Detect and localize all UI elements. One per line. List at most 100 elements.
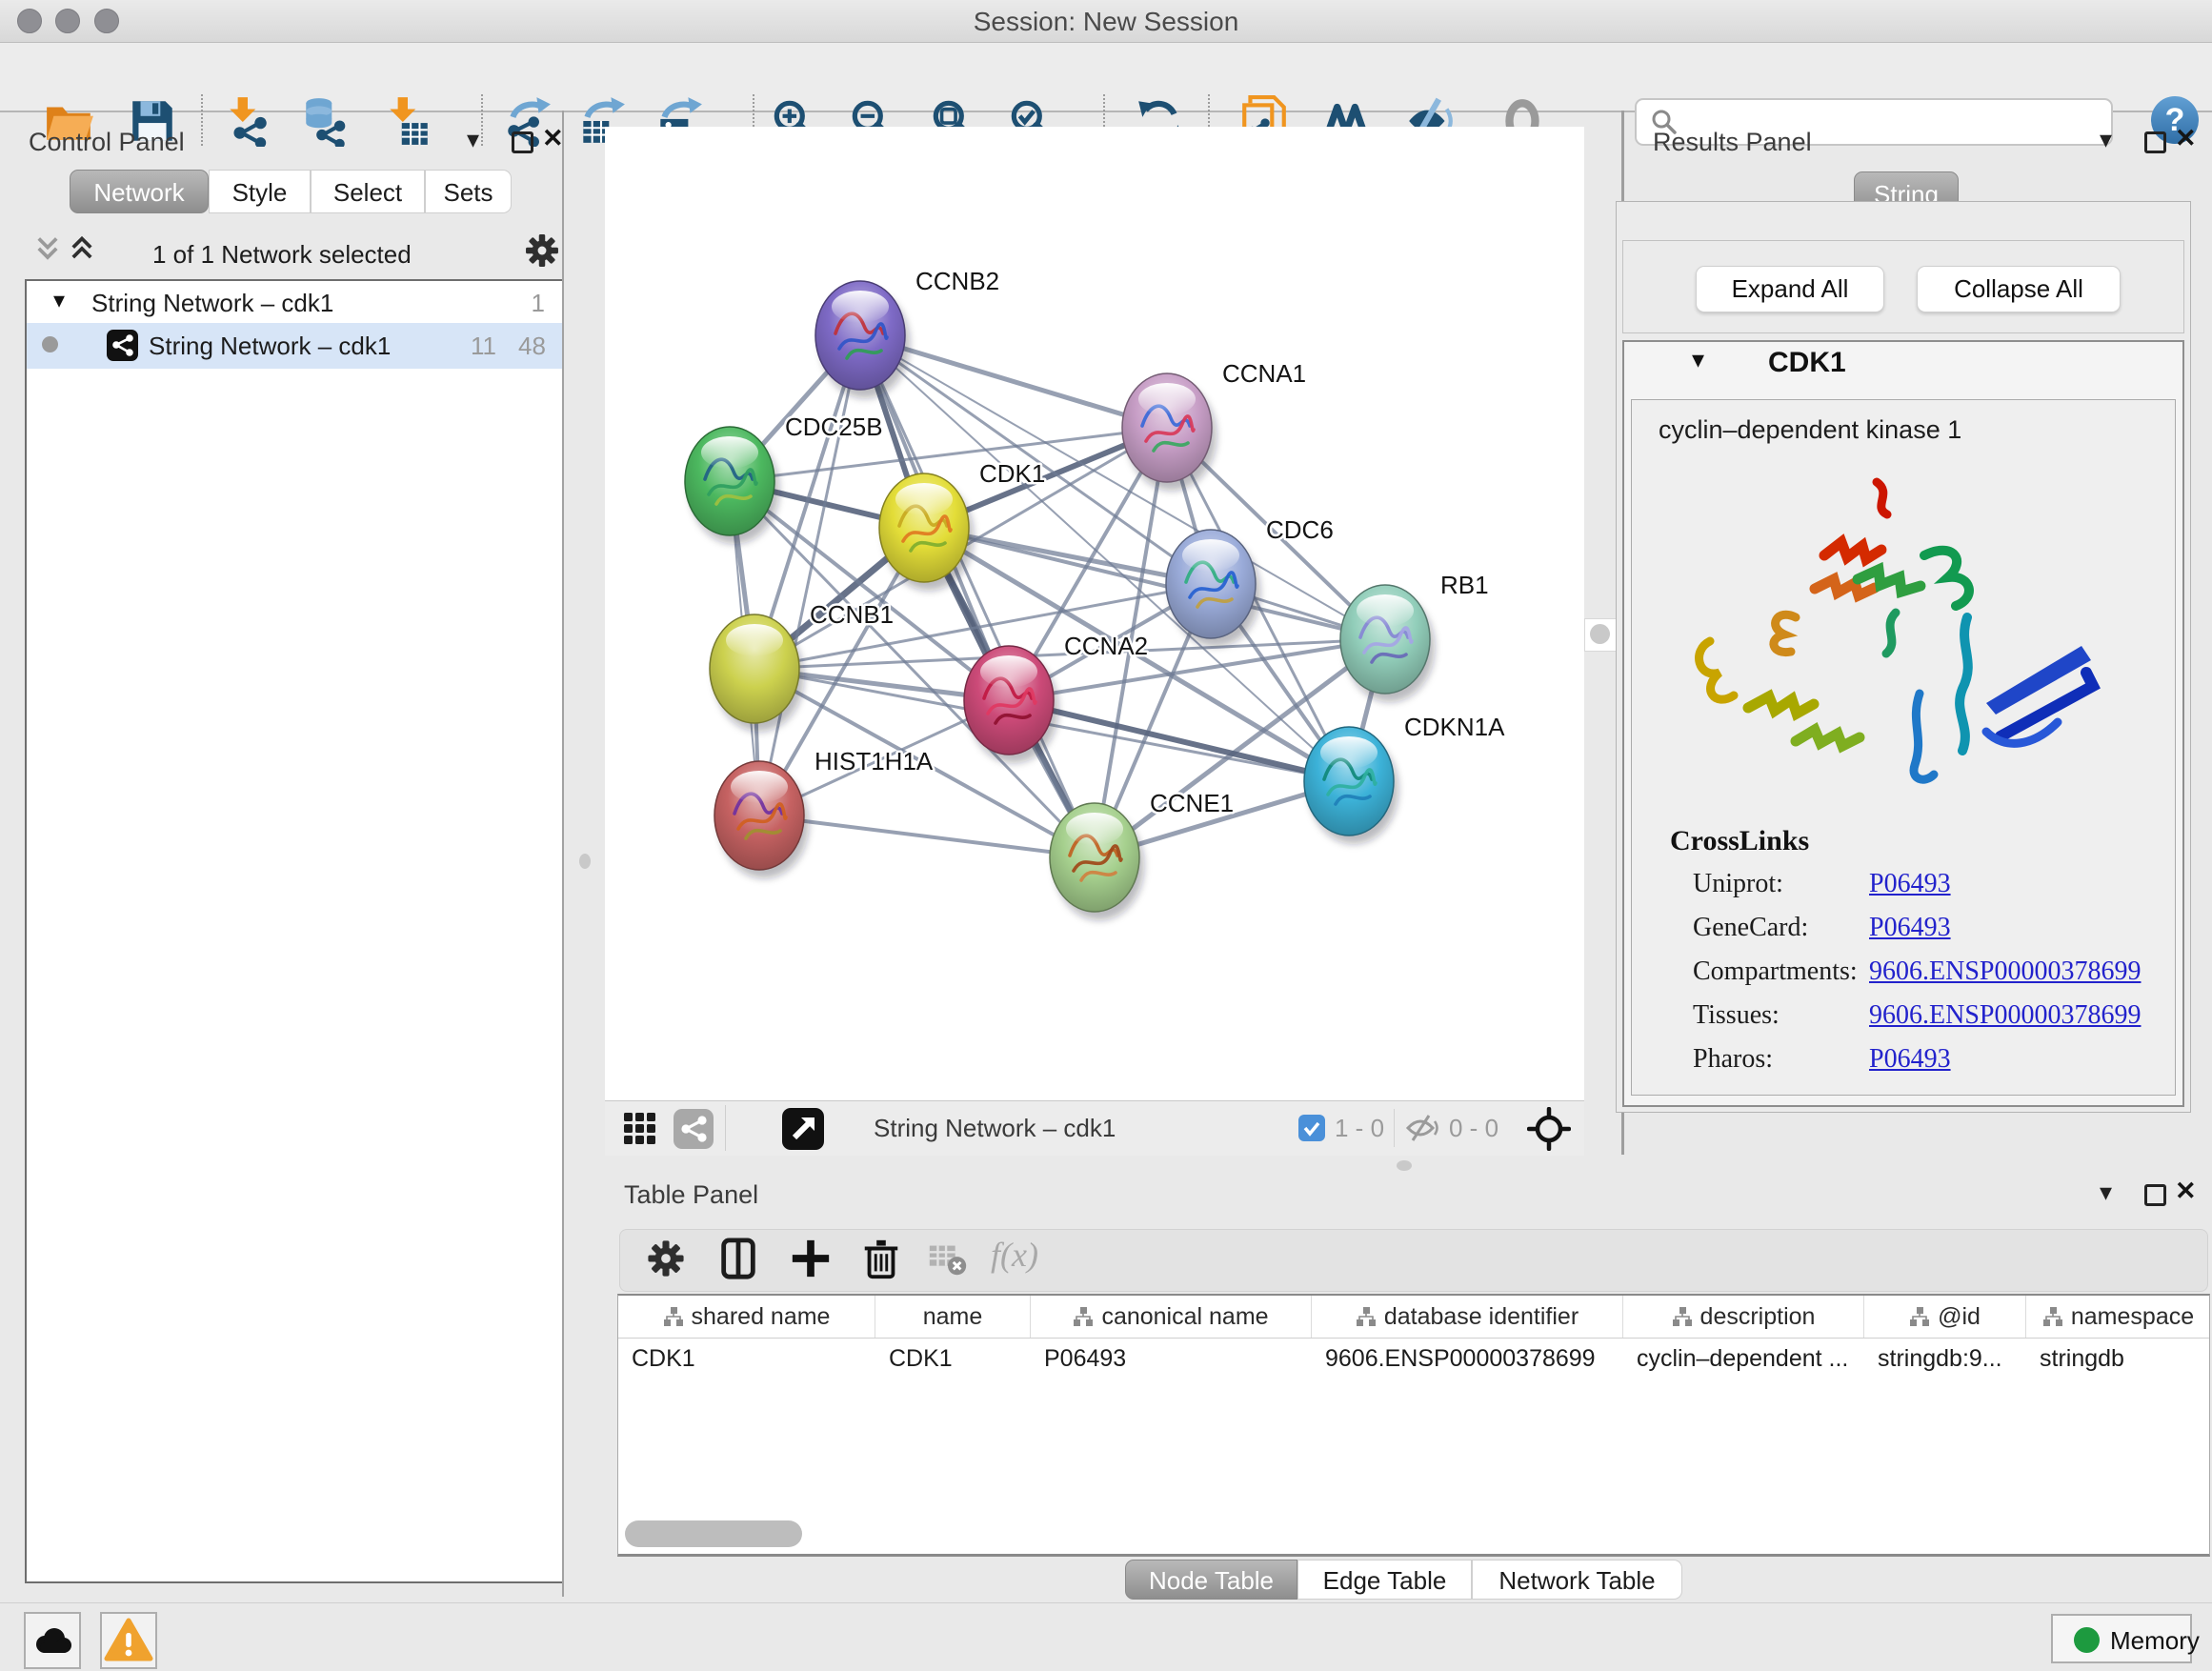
network-tree-child-row[interactable]: String Network – cdk1 11 48 bbox=[27, 323, 562, 369]
results-panel-close-icon[interactable]: ✕ bbox=[2175, 127, 2197, 150]
network-node-HIST1H1A[interactable] bbox=[714, 761, 809, 878]
tab-edge-table[interactable]: Edge Table bbox=[1297, 1560, 1472, 1600]
add-column-icon[interactable] bbox=[789, 1237, 835, 1282]
control-panel-close-icon[interactable]: ✕ bbox=[542, 127, 564, 150]
crosslinks-list: Uniprot:P06493GeneCard:P06493Compartment… bbox=[1693, 869, 2169, 1088]
table-cell[interactable]: cyclin–dependent ... bbox=[1623, 1339, 1864, 1379]
network-node-CDKN1A[interactable] bbox=[1304, 727, 1398, 844]
tab-select[interactable]: Select bbox=[311, 170, 425, 213]
control-panel-collapse-icon[interactable]: ▾ bbox=[467, 130, 479, 149]
tab-network[interactable]: Network bbox=[70, 170, 209, 213]
tab-node-table[interactable]: Node Table bbox=[1125, 1560, 1297, 1600]
crosslink-row: Uniprot:P06493 bbox=[1693, 869, 2169, 899]
crosslink-value-link[interactable]: P06493 bbox=[1869, 869, 1951, 899]
collapse-all-button[interactable]: Collapse All bbox=[1917, 266, 2121, 312]
crosslink-value-link[interactable]: 9606.ENSP00000378699 bbox=[1869, 956, 2141, 987]
gene-collapse-icon[interactable]: ▾ bbox=[1692, 345, 1704, 374]
network-node-CCNA2[interactable] bbox=[964, 646, 1058, 763]
table-cell[interactable]: P06493 bbox=[1031, 1339, 1312, 1379]
network-tree-root-row[interactable]: ▾ String Network – cdk1 1 bbox=[27, 281, 562, 323]
table-row[interactable]: CDK1CDK1P064939606.ENSP00000378699cyclin… bbox=[618, 1339, 2209, 1379]
column-header-namespace[interactable]: namespace bbox=[2026, 1296, 2210, 1338]
birdseye-view-icon[interactable] bbox=[1527, 1107, 1571, 1156]
network-node-CDC6[interactable] bbox=[1166, 530, 1260, 647]
warning-icon bbox=[102, 1614, 155, 1667]
table-toolbar bbox=[619, 1229, 2208, 1292]
splitter-handle[interactable] bbox=[1397, 1160, 1412, 1171]
warning-status-button[interactable] bbox=[100, 1612, 157, 1669]
control-panel-title: Control Panel bbox=[29, 128, 185, 157]
expand-all-networks-icon[interactable] bbox=[69, 235, 95, 269]
cloud-status-button[interactable] bbox=[24, 1612, 81, 1669]
splitter-handle[interactable] bbox=[579, 854, 591, 869]
table-gear-icon[interactable] bbox=[644, 1237, 690, 1282]
table-cell[interactable]: 9606.ENSP00000378699 bbox=[1312, 1339, 1623, 1379]
detach-view-icon[interactable] bbox=[782, 1108, 824, 1155]
network-view-title: String Network – cdk1 bbox=[874, 1114, 1116, 1143]
table-cell[interactable]: stringdb:9... bbox=[1864, 1339, 2026, 1379]
memory-button[interactable]: Memory bbox=[2051, 1614, 2192, 1663]
application-window: Session: New Session bbox=[0, 0, 2212, 1671]
horizontal-scrollbar[interactable] bbox=[625, 1520, 802, 1547]
network-node-CCNE1[interactable] bbox=[1050, 803, 1144, 920]
tab-network-table[interactable]: Network Table bbox=[1472, 1560, 1682, 1600]
node-label-CCNB1: CCNB1 bbox=[810, 600, 894, 629]
expand-all-button[interactable]: Expand All bbox=[1696, 266, 1884, 312]
network-collection-count: 1 bbox=[532, 289, 545, 318]
table-cell[interactable]: stringdb bbox=[2026, 1339, 2210, 1379]
column-header-shared-name[interactable]: shared name bbox=[618, 1296, 875, 1338]
column-mapping-icon bbox=[663, 1306, 684, 1327]
column-header-name[interactable]: name bbox=[875, 1296, 1031, 1338]
import-network-file-icon[interactable] bbox=[222, 95, 273, 147]
import-table-icon[interactable] bbox=[382, 95, 433, 147]
crosslink-value-link[interactable]: 9606.ENSP00000378699 bbox=[1869, 1000, 2141, 1031]
table-panel-collapse-icon[interactable]: ▾ bbox=[2100, 1182, 2112, 1201]
delete-column-trash-icon[interactable] bbox=[859, 1237, 905, 1282]
crosslink-row: Tissues:9606.ENSP00000378699 bbox=[1693, 1000, 2169, 1031]
table-cell[interactable]: CDK1 bbox=[875, 1339, 1031, 1379]
network-node-CCNB2[interactable] bbox=[815, 281, 910, 398]
crosslink-row: Compartments:9606.ENSP00000378699 bbox=[1693, 956, 2169, 987]
table-cell[interactable]: CDK1 bbox=[618, 1339, 875, 1379]
results-panel-collapse-icon[interactable]: ▾ bbox=[2100, 130, 2112, 149]
results-panel-float-icon[interactable] bbox=[2144, 131, 2166, 153]
network-node-CDK1[interactable] bbox=[879, 473, 974, 591]
grid-view-icon[interactable] bbox=[622, 1111, 658, 1152]
string-network-icon bbox=[107, 330, 138, 366]
function-builder-icon[interactable]: f(x) bbox=[991, 1235, 1038, 1275]
network-share-view-icon[interactable] bbox=[674, 1109, 714, 1154]
crosslink-value-link[interactable]: P06493 bbox=[1869, 1044, 1951, 1075]
node-label-CCNA1: CCNA1 bbox=[1222, 359, 1306, 388]
network-node-CCNB1[interactable] bbox=[710, 614, 804, 732]
network-collection-label: String Network – cdk1 bbox=[91, 289, 333, 318]
column-header-database-identifier[interactable]: database identifier bbox=[1312, 1296, 1623, 1338]
control-panel-float-icon[interactable] bbox=[512, 131, 533, 153]
selected-checkbox-icon[interactable] bbox=[1298, 1115, 1325, 1146]
network-node-CCNA1[interactable] bbox=[1122, 373, 1217, 491]
column-header-description[interactable]: description bbox=[1623, 1296, 1864, 1338]
import-network-database-icon[interactable] bbox=[299, 95, 351, 147]
column-header--id[interactable]: @id bbox=[1864, 1296, 2026, 1338]
protein-structure-image bbox=[1681, 465, 2120, 803]
toolbar-separator bbox=[201, 94, 203, 146]
hidden-eye-icon[interactable] bbox=[1405, 1114, 1441, 1147]
splitter-handle[interactable] bbox=[1584, 618, 1618, 652]
table-panel-close-icon[interactable]: ✕ bbox=[2175, 1179, 2197, 1202]
network-options-gear-icon[interactable] bbox=[522, 231, 562, 275]
selected-count: 1 - 0 bbox=[1335, 1114, 1384, 1143]
node-label-CCNE1: CCNE1 bbox=[1150, 789, 1234, 817]
tab-style[interactable]: Style bbox=[209, 170, 311, 213]
show-columns-icon[interactable] bbox=[716, 1237, 762, 1282]
toolbar-separator bbox=[725, 1105, 726, 1151]
delete-table-icon[interactable] bbox=[926, 1237, 972, 1282]
table-panel-float-icon[interactable] bbox=[2144, 1184, 2166, 1206]
network-canvas[interactable]: CCNB2CCNA1CDC25BCDK1CDC6RB1CCNB1CCNA2CDK… bbox=[605, 127, 1584, 1100]
tab-sets[interactable]: Sets bbox=[425, 170, 512, 213]
collapse-all-networks-icon[interactable] bbox=[34, 235, 61, 269]
network-node-RB1[interactable] bbox=[1340, 585, 1435, 702]
node-label-CDK1: CDK1 bbox=[979, 459, 1045, 488]
crosslink-value-link[interactable]: P06493 bbox=[1869, 913, 1951, 943]
column-header-canonical-name[interactable]: canonical name bbox=[1031, 1296, 1312, 1338]
crosslink-label: Uniprot: bbox=[1693, 869, 1869, 899]
tree-expand-icon[interactable]: ▾ bbox=[53, 287, 65, 314]
